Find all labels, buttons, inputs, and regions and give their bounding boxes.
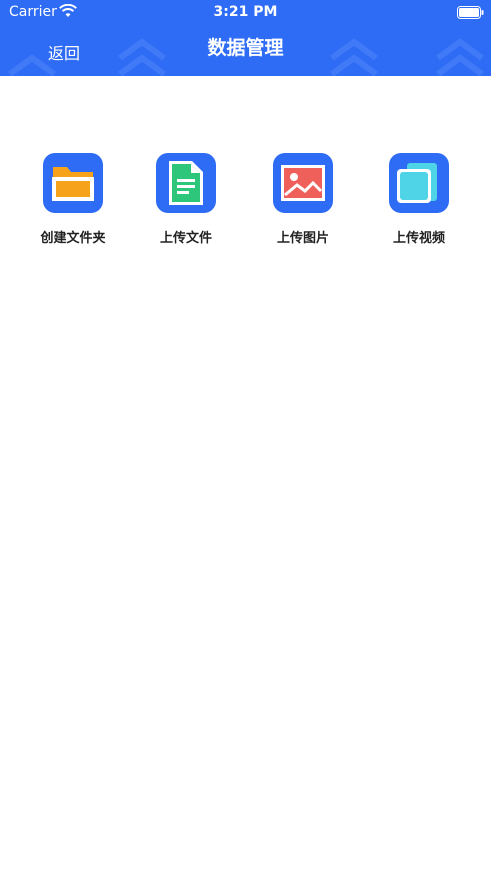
upload-file-tile [156, 153, 216, 213]
action-grid: 创建文件夹 上传文件 上传图片 上传视频 [0, 153, 491, 253]
page-title: 数据管理 [207, 37, 284, 59]
upload-file-label: 上传文件 [159, 231, 212, 246]
document-icon [169, 161, 203, 205]
video-icon [397, 163, 437, 203]
upload-image-label: 上传图片 [276, 231, 329, 246]
upload-video-label: 上传视频 [392, 231, 445, 246]
upload-image-tile [273, 153, 333, 213]
folder-icon [52, 167, 94, 201]
status-time: 3:21 PM [213, 4, 278, 20]
nav-header: Carrier 3:21 PM 返回 数据管理 [0, 0, 491, 76]
image-icon [281, 165, 325, 201]
create-folder-tile [43, 153, 103, 213]
create-folder-label: 创建文件夹 [40, 231, 106, 246]
upload-image-button[interactable]: 上传图片 [248, 153, 358, 246]
battery-icon [457, 6, 484, 19]
create-folder-button[interactable]: 创建文件夹 [18, 153, 128, 246]
status-bar: Carrier 3:21 PM [0, 0, 491, 26]
upload-video-button[interactable]: 上传视频 [364, 153, 474, 246]
upload-file-button[interactable]: 上传文件 [131, 153, 241, 246]
upload-video-tile [389, 153, 449, 213]
